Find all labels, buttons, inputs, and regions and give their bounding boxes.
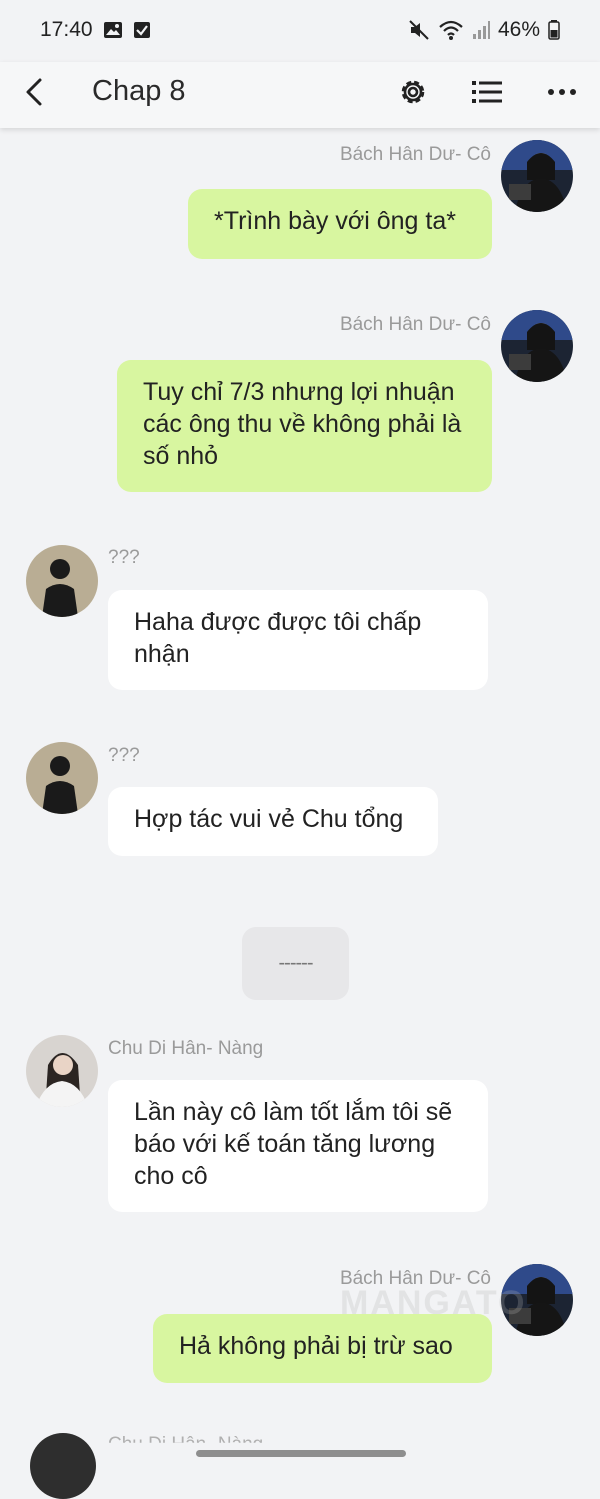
avatar — [30, 1433, 96, 1499]
avatar-silhouette-icon — [26, 742, 98, 814]
wifi-icon — [439, 20, 463, 40]
status-bar: 17:40 46% — [0, 0, 600, 62]
message-text: Haha được được tôi chấp nhận — [134, 608, 422, 668]
battery-icon — [548, 20, 560, 40]
gallery-icon — [104, 22, 122, 38]
message-text: Hả không phải bị trừ sao — [179, 1332, 453, 1360]
sender-name: Bách Hân Dư- Cô — [339, 314, 491, 335]
sender-name: Chu Di Hân- Nàng — [108, 1038, 264, 1059]
avatar-bach-han-du-icon — [501, 140, 573, 212]
sender-name: ??? — [108, 745, 140, 766]
message-bubble[interactable]: Hợp tác vui vẻ Chu tổng — [108, 787, 438, 856]
more-icon — [548, 89, 576, 95]
message-bubble[interactable]: *Trình bày với ông ta* — [188, 189, 492, 259]
settings-button[interactable] — [393, 72, 433, 112]
chapter-list-button[interactable] — [467, 72, 507, 112]
back-button[interactable] — [14, 72, 54, 112]
message-bubble[interactable]: Lần này cô làm tốt lắm tôi sẽ báo với kế… — [108, 1080, 488, 1212]
sender-name: ??? — [108, 547, 140, 568]
avatar-chu-di-han-icon — [26, 1035, 98, 1107]
avatar[interactable] — [501, 140, 573, 212]
back-icon — [26, 78, 42, 106]
mute-icon — [409, 20, 429, 40]
message-text: *Trình bày với ông ta* — [214, 207, 456, 235]
more-button[interactable] — [542, 72, 582, 112]
home-indicator[interactable] — [196, 1450, 406, 1457]
message-bubble[interactable]: Tuy chỉ 7/3 nhưng lợi nhuận các ông thu … — [117, 360, 492, 492]
gear-icon — [401, 80, 425, 104]
list-icon — [472, 81, 502, 103]
avatar[interactable] — [26, 545, 98, 617]
avatar[interactable] — [26, 742, 98, 814]
message-bubble[interactable]: Hả không phải bị trừ sao — [153, 1314, 492, 1383]
signal-icon — [472, 21, 490, 39]
scene-divider: ------ — [242, 927, 349, 1000]
message-text: Hợp tác vui vẻ Chu tổng — [134, 805, 404, 833]
sender-name: Bách Hân Dư- Cô — [339, 144, 491, 165]
app-bar: Chap 8 — [0, 62, 600, 128]
message-text: Tuy chỉ 7/3 nhưng lợi nhuận các ông thu … — [143, 378, 462, 470]
message-text: Lần này cô làm tốt lắm tôi sẽ báo với kế… — [134, 1098, 453, 1190]
avatar-bach-han-du-icon — [501, 310, 573, 382]
avatar[interactable] — [501, 310, 573, 382]
battery-percent: 46% — [497, 18, 540, 41]
status-right: 46% — [408, 18, 560, 42]
checkbox-icon — [134, 22, 150, 38]
avatar-silhouette-icon — [26, 545, 98, 617]
status-left-icons — [103, 21, 151, 39]
status-time: 17:40 — [40, 18, 93, 41]
message-bubble[interactable]: Haha được được tôi chấp nhận — [108, 590, 488, 690]
page-title: Chap 8 — [92, 75, 186, 107]
avatar[interactable] — [26, 1035, 98, 1107]
